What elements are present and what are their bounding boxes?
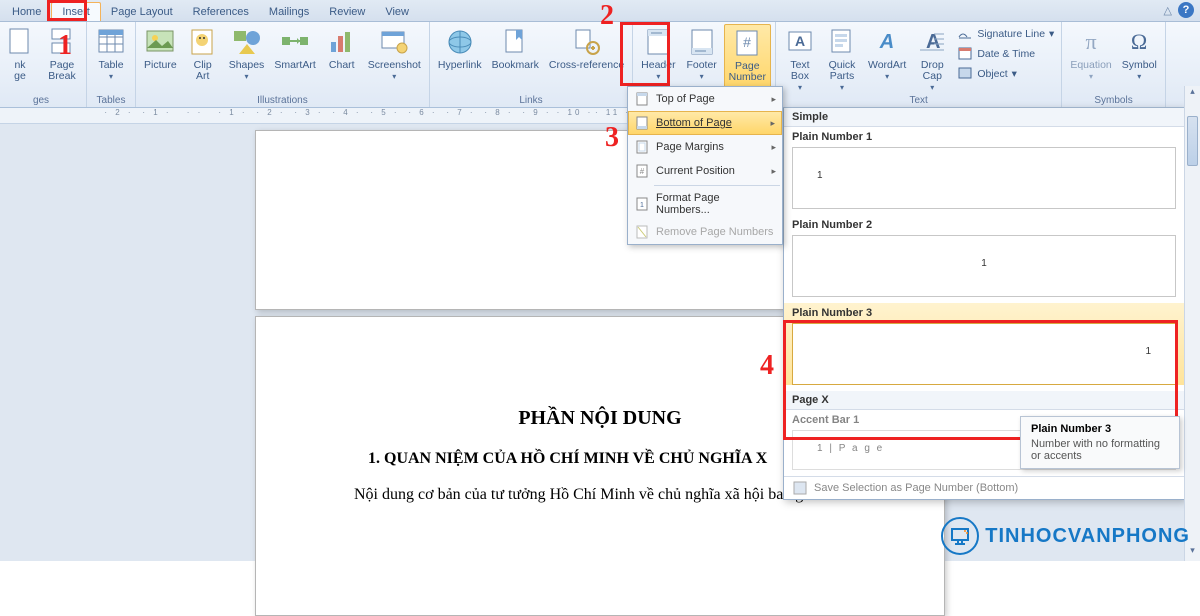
tab-home[interactable]: Home [2,3,51,21]
group-pages-label: ges [0,94,82,107]
vertical-scrollbar[interactable]: ▴ ▾ [1184,86,1200,561]
blank-page-button[interactable]: nkge [0,24,40,90]
object-icon [957,65,973,84]
tab-review[interactable]: Review [319,3,375,21]
hyperlink-button[interactable]: Hyperlink [434,24,486,90]
crossref-button[interactable]: Cross-reference [545,24,628,90]
group-tables-label: Tables [91,94,131,107]
date-time-button[interactable]: Date & Time [954,44,1057,64]
header-button[interactable]: Header▾ [637,24,679,90]
group-text-label: Text [780,94,1057,107]
gallery-category-simple: Simple [784,108,1184,127]
signature-icon [957,25,973,44]
screenshot-button[interactable]: Screenshot▾ [364,24,425,90]
equation-button[interactable]: πEquation▾ [1066,24,1115,90]
scroll-up-icon[interactable]: ▴ [1185,86,1200,102]
scroll-thumb[interactable] [1187,116,1198,166]
watermark-logo: TINHOCVANPHONG [941,517,1190,555]
wordart-button[interactable]: AWordArt▾ [864,24,910,90]
svg-text:Ω: Ω [1131,29,1147,54]
tooltip-plain-number-3: Plain Number 3 Number with no formatting… [1020,416,1180,469]
menu-bottom-of-page[interactable]: Bottom of Page▸ [628,111,782,135]
watermark-icon [941,517,979,555]
tab-mailings[interactable]: Mailings [259,3,319,21]
format-icon: 1 [634,196,650,212]
symbol-button[interactable]: ΩSymbol▾ [1118,24,1161,90]
menu-top-of-page[interactable]: Top of Page▸ [628,87,782,111]
page-break-button[interactable]: PageBreak [42,24,82,90]
calendar-icon [957,45,973,64]
chart-button[interactable]: Chart [322,24,362,90]
svg-text:#: # [743,34,751,50]
shapes-button[interactable]: Shapes▾ [225,24,269,90]
footer-button[interactable]: Footer▾ [682,24,722,90]
smartart-button[interactable]: SmartArt [270,24,319,90]
cursor-icon: # [634,163,650,179]
page-bottom-icon [634,115,650,131]
tab-references[interactable]: References [183,3,259,21]
textbox-button[interactable]: ATextBox▾ [780,24,820,90]
remove-icon [634,224,650,240]
group-symbols-label: Symbols [1066,94,1160,107]
quickparts-button[interactable]: QuickParts▾ [822,24,862,90]
table-button[interactable]: Table▾ [91,24,131,90]
signature-line-button[interactable]: Signature Line ▾ [954,24,1057,44]
page-number-menu: Top of Page▸ Bottom of Page▸ Page Margin… [627,86,783,245]
ribbon-minimize-icon[interactable]: △ [1164,4,1172,17]
group-illustrations-label: Illustrations [140,94,425,107]
dropcap-button[interactable]: ADropCap▾ [912,24,952,90]
bookmark-button[interactable]: Bookmark [488,24,543,90]
page-margins-icon [634,139,650,155]
menu-page-margins[interactable]: Page Margins▸ [628,135,782,159]
gallery-save-selection: Save Selection as Page Number (Bottom) [784,476,1184,499]
ribbon: nkge PageBreak ges Table▾ Tables Picture… [0,22,1200,108]
page-number-button[interactable]: #PageNumber▾ [724,24,771,90]
page-top-icon [634,91,650,107]
group-links-label: Links [434,94,628,107]
gallery-item-plain-2[interactable]: Plain Number 2 1 [784,215,1184,297]
gallery-category-page-x: Page X [784,391,1184,410]
tab-page-layout[interactable]: Page Layout [101,3,183,21]
save-icon [792,480,808,496]
picture-button[interactable]: Picture [140,24,181,90]
ribbon-tabs: Home Insert Page Layout References Maili… [0,0,1200,22]
gallery-item-plain-1[interactable]: Plain Number 1 1 [784,127,1184,209]
svg-text:π: π [1085,29,1096,54]
svg-text:A: A [795,33,805,49]
clipart-button[interactable]: ClipArt [183,24,223,90]
gallery-item-plain-3[interactable]: Plain Number 3 1 [784,303,1184,385]
svg-text:1: 1 [640,202,644,209]
tab-view[interactable]: View [375,3,419,21]
help-icon[interactable]: ? [1178,2,1194,18]
menu-format-page-numbers[interactable]: 1Format Page Numbers... [628,188,782,220]
tab-insert[interactable]: Insert [51,2,101,21]
menu-remove-page-numbers: Remove Page Numbers [628,220,782,244]
object-button[interactable]: Object ▾ [954,64,1057,84]
svg-text:#: # [640,167,645,176]
svg-text:A: A [879,31,894,53]
menu-current-position[interactable]: #Current Position▸ [628,159,782,183]
